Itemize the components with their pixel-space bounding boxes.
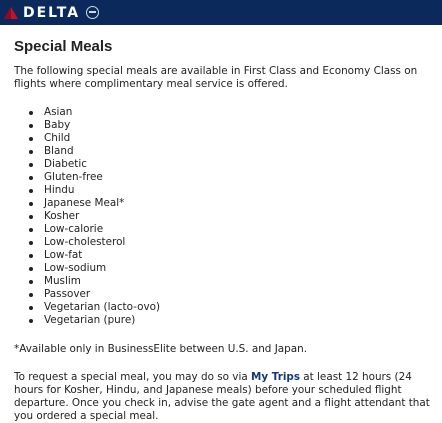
brand-name[interactable]: DELTA (23, 5, 80, 21)
request-paragraph: To request a special meal, you may do so… (14, 371, 442, 423)
intro-text: The following special meals are availabl… (14, 65, 418, 90)
delta-widget-logo-icon[interactable] (4, 6, 18, 19)
meal-list: Asian Baby Child Bland Diabetic Gluten-f… (14, 106, 438, 327)
main-content: Special Meals The following special meal… (14, 38, 438, 423)
list-item: Child (29, 132, 438, 145)
list-item: Low-fat (29, 249, 438, 262)
site-header: DELTA (0, 0, 442, 25)
list-item: Diabetic (29, 158, 438, 171)
footnote: *Available only in BusinessElite between… (14, 343, 307, 355)
list-item: Asian (29, 106, 438, 119)
list-item: Low-sodium (29, 262, 438, 275)
request-text-before: To request a special meal, you may do so… (14, 371, 252, 383)
page-title: Special Meals (14, 38, 113, 55)
globe-icon (86, 6, 100, 19)
list-item: Low-cholesterol (29, 236, 438, 249)
list-item: Gluten-free (29, 171, 438, 184)
list-item: Low-calorie (29, 223, 438, 236)
list-item: Vegetarian (pure) (29, 314, 438, 327)
list-item: Muslim (29, 275, 438, 288)
list-item: Passover (29, 288, 438, 301)
my-trips-link[interactable]: My Trips (251, 371, 300, 383)
list-item: Hindu (29, 184, 438, 197)
list-item: Vegetarian (lacto-ovo) (29, 301, 438, 314)
list-item: Japanese Meal* (29, 197, 438, 210)
list-item: Bland (29, 145, 438, 158)
list-item: Kosher (29, 210, 438, 223)
list-item: Baby (29, 119, 438, 132)
